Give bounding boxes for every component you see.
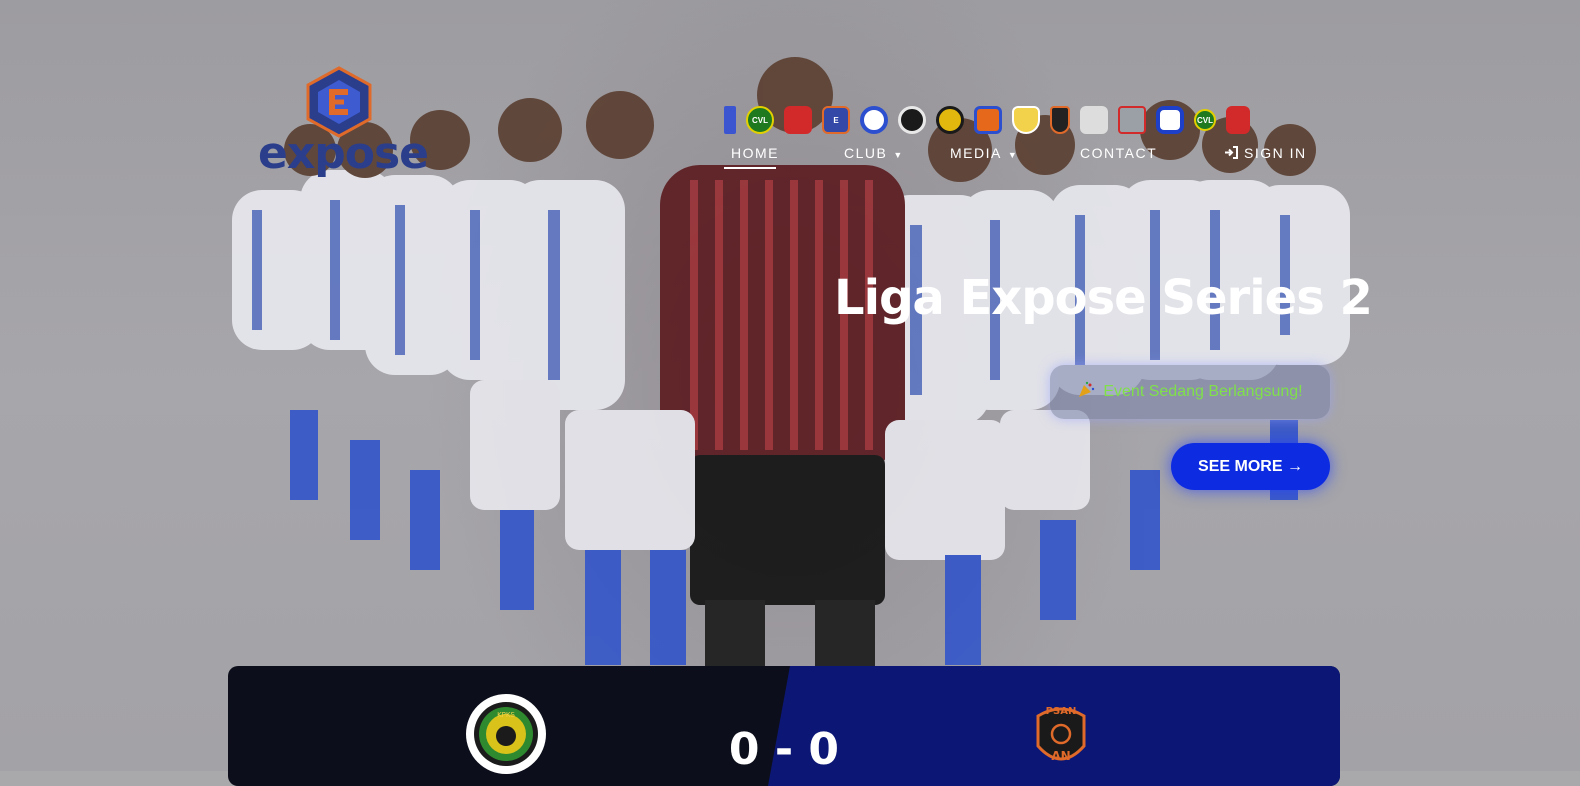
club-badge-white-icon[interactable]	[1080, 106, 1108, 134]
brand-name: expose	[258, 128, 429, 179]
away-team-logo[interactable]: PSAN AN	[1034, 702, 1088, 772]
club-badge-grey-icon[interactable]	[1118, 106, 1146, 134]
club-badge-red-2-icon[interactable]	[1226, 106, 1250, 134]
club-badge-red-icon[interactable]	[784, 106, 812, 134]
nav-active-indicator	[724, 167, 776, 169]
club-badge-partial-icon[interactable]	[724, 106, 736, 134]
svg-text:KPKS: KPKS	[497, 711, 515, 719]
nav-contact-label: CONTACT	[1080, 145, 1158, 161]
nav-contact[interactable]: CONTACT	[1080, 145, 1157, 161]
club-badge-blue-white-icon[interactable]	[1156, 106, 1184, 134]
club-badge-orange-blue-icon[interactable]	[974, 106, 1002, 134]
svg-text:AN: AN	[1051, 749, 1070, 763]
club-badge-yellow-shield-icon[interactable]	[1012, 106, 1040, 134]
nav-media-label: MEDIA	[950, 145, 1002, 161]
nav-media[interactable]: MEDIA ▼	[950, 145, 1018, 161]
club-badge-expose-icon[interactable]: E	[822, 106, 850, 134]
brand-logo[interactable]: expose	[258, 66, 429, 188]
club-badge-blue-ring-icon[interactable]	[860, 106, 888, 134]
club-badges-strip: CVL E CVL	[724, 104, 1250, 136]
club-badge-cvl-2-icon[interactable]: CVL	[1194, 109, 1216, 131]
club-badge-psan-icon[interactable]	[1050, 106, 1070, 134]
event-status-text: Event Sedang Berlangsung!	[1103, 383, 1303, 400]
see-more-button[interactable]: SEE MORE →	[1171, 443, 1330, 490]
hero-title: Liga Expose Series 2	[834, 270, 1373, 326]
event-status-badge: Event Sedang Berlangsung!	[1050, 365, 1330, 419]
sign-in-icon	[1225, 146, 1238, 159]
team-logo-psan-icon: PSAN AN	[1036, 706, 1086, 763]
club-badge-black-gold-icon[interactable]	[898, 106, 926, 134]
team-logo-kpks-icon: KPKS	[474, 702, 538, 766]
party-popper-icon	[1077, 381, 1095, 404]
match-card[interactable]: KPKS 0 - 0 PSAN AN	[228, 666, 1340, 786]
nav-home-label: HOME	[731, 145, 779, 161]
nav-club-label: CLUB	[844, 145, 888, 161]
home-team-logo[interactable]: KPKS	[466, 694, 546, 774]
nav-sign-in[interactable]: SIGN IN	[1224, 145, 1307, 161]
nav-sign-in-label: SIGN IN	[1244, 145, 1307, 161]
club-badge-yellow-black-icon[interactable]	[936, 106, 964, 134]
club-badge-cvl-icon[interactable]: CVL	[746, 106, 774, 134]
match-score: 0 - 0	[728, 724, 840, 775]
chevron-down-icon: ▼	[1007, 150, 1019, 160]
chevron-down-icon: ▼	[893, 150, 904, 160]
nav-home[interactable]: HOME	[731, 145, 779, 161]
svg-text:PSAN: PSAN	[1046, 706, 1077, 717]
nav-club[interactable]: CLUB ▼	[844, 145, 904, 161]
